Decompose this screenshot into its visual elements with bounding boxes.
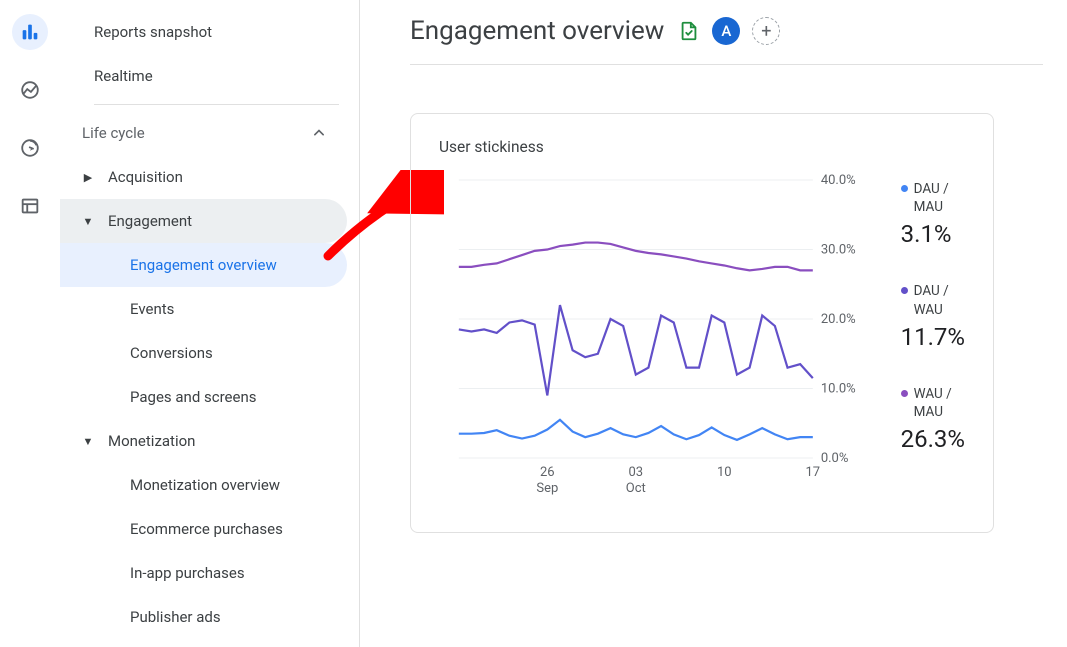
svg-text:Oct: Oct xyxy=(626,481,646,496)
reports-icon[interactable] xyxy=(12,14,48,50)
subitem-label: Engagement overview xyxy=(130,256,277,274)
subitem-ecommerce-purchases[interactable]: Ecommerce purchases xyxy=(60,507,347,551)
library-icon[interactable] xyxy=(12,188,48,224)
subitem-label: Monetization overview xyxy=(130,476,280,494)
svg-text:30.0%: 30.0% xyxy=(821,243,856,258)
nav-realtime[interactable]: Realtime xyxy=(60,54,347,98)
metric-value: 11.7% xyxy=(901,323,965,351)
header-divider xyxy=(410,64,1043,65)
subitem-label: Ecommerce purchases xyxy=(130,520,283,538)
subitem-monetization-overview[interactable]: Monetization overview xyxy=(60,463,347,507)
subitem-conversions[interactable]: Conversions xyxy=(60,331,347,375)
verified-icon[interactable] xyxy=(678,20,700,42)
metric-value: 3.1% xyxy=(901,220,965,248)
svg-text:20.0%: 20.0% xyxy=(821,312,856,327)
metric-value: 26.3% xyxy=(901,425,965,453)
metrics-panel: DAU /MAU 3.1% DAU /WAU 11.7% WAU /MAU 26… xyxy=(901,174,965,504)
page-title: Engagement overview xyxy=(410,16,664,46)
subitem-label: Events xyxy=(130,300,174,318)
add-comparison-button[interactable]: + xyxy=(752,17,780,45)
icon-rail xyxy=(0,0,60,647)
chevron-up-icon xyxy=(309,123,329,143)
legend-dot xyxy=(901,287,908,294)
avatar[interactable]: A xyxy=(712,17,740,45)
subitem-label: Pages and screens xyxy=(130,388,256,406)
main-content: Engagement overview A + User stickiness … xyxy=(360,0,1067,647)
legend-dot xyxy=(901,185,908,192)
nav-label: Realtime xyxy=(94,67,153,85)
line-chart[interactable]: 0.0% 10.0% 20.0% 30.0% 40.0% 26Sep 03Oct 10 17 xyxy=(439,174,881,504)
subitem-label: Publisher ads xyxy=(130,608,221,626)
metric-wau-mau[interactable]: WAU /MAU 26.3% xyxy=(901,385,965,453)
subitem-label: Conversions xyxy=(130,344,213,362)
svg-text:17: 17 xyxy=(806,465,821,480)
section-label: Life cycle xyxy=(82,124,145,142)
svg-text:Sep: Sep xyxy=(536,481,558,496)
svg-text:10: 10 xyxy=(717,465,732,480)
metric-dau-wau[interactable]: DAU /WAU 11.7% xyxy=(901,282,965,350)
group-label: Acquisition xyxy=(108,168,183,186)
subitem-pages-and-screens[interactable]: Pages and screens xyxy=(60,375,347,419)
subitem-events[interactable]: Events xyxy=(60,287,347,331)
chart-container: 0.0% 10.0% 20.0% 30.0% 40.0% 26Sep 03Oct 10 17 xyxy=(439,174,881,504)
subitem-engagement-overview[interactable]: Engagement overview xyxy=(60,243,347,287)
card-title: User stickiness xyxy=(439,138,965,156)
metric-label: DAU /WAU xyxy=(914,282,949,318)
plus-icon: + xyxy=(761,21,771,42)
subitem-publisher-ads[interactable]: Publisher ads xyxy=(60,595,347,639)
explore-icon[interactable] xyxy=(12,130,48,166)
group-monetization[interactable]: ▼ Monetization xyxy=(60,419,347,463)
group-label: Monetization xyxy=(108,432,195,450)
svg-text:10.0%: 10.0% xyxy=(821,382,856,397)
page-header: Engagement overview A + xyxy=(410,16,1043,46)
user-stickiness-card: User stickiness 0.0% 10.0% 20.0% 30.0% 40.0%… xyxy=(410,113,994,533)
legend-dot xyxy=(901,390,908,397)
caret-down-icon: ▼ xyxy=(80,215,96,228)
group-engagement[interactable]: ▼ Engagement xyxy=(60,199,347,243)
svg-text:0.0%: 0.0% xyxy=(821,451,849,466)
svg-text:40.0%: 40.0% xyxy=(821,174,856,188)
caret-right-icon: ▶ xyxy=(80,171,96,184)
metric-label: WAU /MAU xyxy=(914,385,952,421)
subitem-in-app-purchases[interactable]: In-app purchases xyxy=(60,551,347,595)
svg-text:03: 03 xyxy=(629,465,644,480)
group-label: Engagement xyxy=(108,212,192,230)
nav-reports-snapshot[interactable]: Reports snapshot xyxy=(60,10,347,54)
nav-label: Reports snapshot xyxy=(94,23,212,41)
divider xyxy=(94,104,339,105)
svg-text:26: 26 xyxy=(540,465,555,480)
metric-dau-mau[interactable]: DAU /MAU 3.1% xyxy=(901,180,965,248)
sidebar-nav: Reports snapshot Realtime Life cycle ▶ A… xyxy=(60,0,360,647)
group-acquisition[interactable]: ▶ Acquisition xyxy=(60,155,347,199)
section-life-cycle[interactable]: Life cycle xyxy=(60,111,347,155)
subitem-label: In-app purchases xyxy=(130,564,245,582)
metric-label: DAU /MAU xyxy=(914,180,949,216)
caret-down-icon: ▼ xyxy=(80,435,96,448)
realtime-icon[interactable] xyxy=(12,72,48,108)
avatar-letter: A xyxy=(721,22,731,40)
